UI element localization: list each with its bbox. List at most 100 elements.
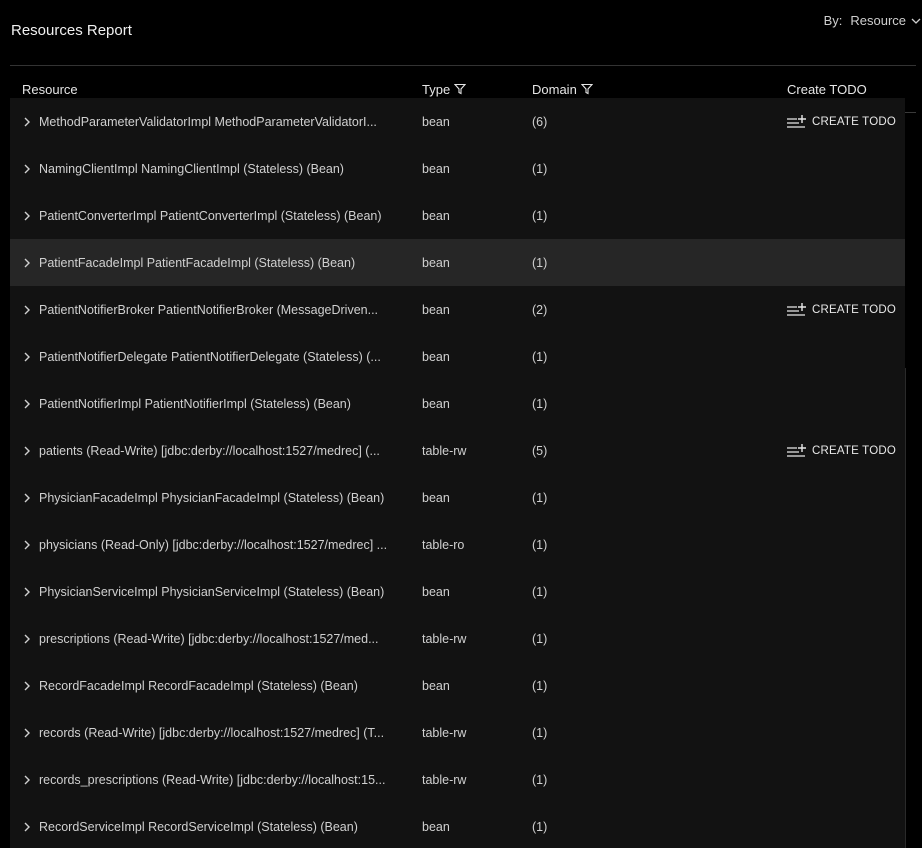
resource-type: bean bbox=[422, 349, 450, 364]
resource-type: bean bbox=[422, 678, 450, 693]
table-row[interactable]: PatientNotifierBroker PatientNotifierBro… bbox=[10, 286, 905, 334]
create-todo-button[interactable]: CREATE TODO bbox=[786, 286, 896, 333]
table-row[interactable]: PhysicianFacadeImpl PhysicianFacadeImpl … bbox=[10, 474, 905, 522]
resource-domain-count: (1) bbox=[532, 490, 548, 505]
chevron-right-icon[interactable] bbox=[22, 474, 36, 521]
filter-icon[interactable] bbox=[580, 83, 593, 95]
column-header-type[interactable]: Type bbox=[422, 81, 467, 97]
create-todo-button[interactable]: CREATE TODO bbox=[786, 427, 896, 474]
table-row[interactable]: RecordFacadeImpl RecordFacadeImpl (State… bbox=[10, 662, 905, 710]
table-row[interactable]: records (Read-Write) [jdbc:derby://local… bbox=[10, 709, 905, 757]
chevron-right-icon[interactable] bbox=[22, 756, 36, 803]
table-row[interactable]: RecordServiceImpl RecordServiceImpl (Sta… bbox=[10, 803, 905, 848]
chevron-right-icon[interactable] bbox=[22, 662, 36, 709]
resource-name: records (Read-Write) [jdbc:derby://local… bbox=[39, 725, 385, 740]
chevron-right-icon[interactable] bbox=[22, 380, 36, 427]
create-todo-label: CREATE TODO bbox=[812, 115, 896, 128]
add-list-icon bbox=[787, 114, 806, 128]
resource-domain-count: (6) bbox=[532, 114, 548, 129]
table-row[interactable]: prescriptions (Read-Write) [jdbc:derby:/… bbox=[10, 615, 905, 663]
resource-domain-count: (1) bbox=[532, 349, 548, 364]
table-row[interactable]: PatientNotifierImpl PatientNotifierImpl … bbox=[10, 380, 905, 428]
resource-type: bean bbox=[422, 490, 450, 505]
chevron-right-icon[interactable] bbox=[22, 615, 36, 662]
chevron-right-icon[interactable] bbox=[22, 98, 36, 145]
column-header-resource[interactable]: Resource bbox=[22, 82, 78, 97]
resource-name: PhysicianServiceImpl PhysicianServiceImp… bbox=[39, 584, 385, 599]
resource-name: NamingClientImpl NamingClientImpl (State… bbox=[39, 161, 344, 176]
group-by-value: Resource bbox=[850, 13, 906, 28]
resource-name: PatientFacadeImpl PatientFacadeImpl (Sta… bbox=[39, 255, 356, 270]
chevron-right-icon[interactable] bbox=[22, 427, 36, 474]
add-list-icon bbox=[787, 443, 806, 457]
resource-name: PatientNotifierImpl PatientNotifierImpl … bbox=[39, 396, 351, 411]
resource-type: bean bbox=[422, 819, 450, 834]
resource-type: table-ro bbox=[422, 537, 465, 552]
page-title: Resources Report bbox=[11, 22, 132, 39]
table-row[interactable]: physicians (Read-Only) [jdbc:derby://loc… bbox=[10, 521, 905, 569]
resource-name: PatientNotifierBroker PatientNotifierBro… bbox=[39, 302, 379, 317]
resource-type: bean bbox=[422, 302, 450, 317]
column-header-type-label: Type bbox=[422, 81, 451, 97]
resource-domain-count: (5) bbox=[532, 443, 548, 458]
resource-name: PhysicianFacadeImpl PhysicianFacadeImpl … bbox=[39, 490, 385, 505]
resource-domain-count: (1) bbox=[532, 396, 548, 411]
scrollbar[interactable] bbox=[905, 368, 914, 848]
column-header-domain[interactable]: Domain bbox=[532, 82, 593, 97]
chevron-right-icon[interactable] bbox=[22, 333, 36, 380]
chevron-right-icon[interactable] bbox=[22, 709, 36, 756]
chevron-right-icon[interactable] bbox=[22, 803, 36, 848]
chevron-right-icon[interactable] bbox=[22, 239, 36, 286]
resource-type: table-rw bbox=[422, 772, 467, 787]
chevron-right-icon[interactable] bbox=[22, 145, 36, 192]
table-row[interactable]: NamingClientImpl NamingClientImpl (State… bbox=[10, 145, 905, 193]
table-row[interactable]: patients (Read-Write) [jdbc:derby://loca… bbox=[10, 427, 905, 475]
table-row[interactable]: PatientFacadeImpl PatientFacadeImpl (Sta… bbox=[10, 239, 905, 287]
chevron-right-icon[interactable] bbox=[22, 521, 36, 568]
table-row[interactable]: PatientConverterImpl PatientConverterImp… bbox=[10, 192, 905, 240]
resource-domain-count: (1) bbox=[532, 584, 548, 599]
resource-type: table-rw bbox=[422, 631, 467, 646]
resource-domain-count: (1) bbox=[532, 537, 548, 552]
resource-domain-count: (1) bbox=[532, 678, 548, 693]
table-row[interactable]: records_prescriptions (Read-Write) [jdbc… bbox=[10, 756, 905, 804]
resource-type: table-rw bbox=[422, 443, 467, 458]
resource-type: bean bbox=[422, 114, 450, 129]
resource-domain-count: (1) bbox=[532, 631, 548, 646]
resource-type: table-rw bbox=[422, 725, 467, 740]
resource-name: prescriptions (Read-Write) [jdbc:derby:/… bbox=[39, 631, 379, 646]
group-by-selector[interactable]: By: Resource bbox=[824, 13, 922, 28]
resource-domain-count: (1) bbox=[532, 208, 548, 223]
resource-domain-count: (1) bbox=[532, 255, 548, 270]
resource-domain-count: (1) bbox=[532, 819, 548, 834]
filter-icon[interactable] bbox=[454, 83, 467, 95]
resource-name: PatientNotifierDelegate PatientNotifierD… bbox=[39, 349, 381, 364]
chevron-right-icon[interactable] bbox=[22, 192, 36, 239]
chevron-right-icon[interactable] bbox=[22, 286, 36, 333]
resource-type: bean bbox=[422, 161, 450, 176]
create-todo-button[interactable]: CREATE TODO bbox=[786, 98, 896, 145]
resource-name: PatientConverterImpl PatientConverterImp… bbox=[39, 208, 382, 223]
group-by-label: By: bbox=[823, 13, 843, 28]
table-row[interactable]: PatientNotifierDelegate PatientNotifierD… bbox=[10, 333, 905, 381]
create-todo-label: CREATE TODO bbox=[812, 444, 896, 457]
resource-type: bean bbox=[422, 255, 450, 270]
resource-type: bean bbox=[422, 584, 450, 599]
resource-domain-count: (1) bbox=[532, 772, 548, 787]
resource-domain-count: (2) bbox=[532, 302, 548, 317]
resource-table-body: MethodParameterValidatorImpl MethodParam… bbox=[10, 98, 905, 848]
chevron-down-icon bbox=[911, 18, 921, 24]
table-row[interactable]: PhysicianServiceImpl PhysicianServiceImp… bbox=[10, 568, 905, 616]
resource-domain-count: (1) bbox=[532, 161, 548, 176]
chevron-right-icon[interactable] bbox=[22, 568, 36, 615]
resource-type: bean bbox=[422, 396, 450, 411]
column-header-create-todo: Create TODO bbox=[787, 81, 867, 97]
resource-type: bean bbox=[422, 208, 450, 223]
create-todo-label: CREATE TODO bbox=[812, 303, 896, 316]
resource-name: MethodParameterValidatorImpl MethodParam… bbox=[39, 114, 377, 129]
add-list-icon bbox=[787, 302, 806, 316]
column-header-domain-label: Domain bbox=[532, 81, 577, 97]
resource-name: RecordServiceImpl RecordServiceImpl (Sta… bbox=[39, 819, 358, 834]
resource-name: records_prescriptions (Read-Write) [jdbc… bbox=[39, 772, 386, 787]
table-row[interactable]: MethodParameterValidatorImpl MethodParam… bbox=[10, 98, 905, 146]
